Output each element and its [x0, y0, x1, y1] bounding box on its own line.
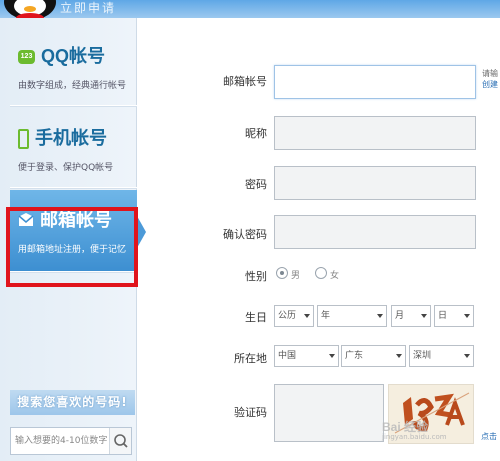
captcha-field-wrap [274, 384, 384, 442]
chevron-down-icon [396, 354, 402, 358]
email-field-wrap [274, 65, 476, 99]
sidebar-item-label: 邮箱帐号 [40, 210, 112, 230]
birthday-year-select[interactable]: 年 [317, 305, 387, 327]
chevron-down-icon [464, 354, 470, 358]
sidebar-item-email-account[interactable]: 邮箱帐号 用邮箱地址注册，便于记忆 [10, 190, 137, 272]
confirm-password-label: 确认密码 [223, 228, 267, 241]
birthday-label: 生日 [245, 311, 267, 324]
birthday-calendar-select[interactable]: 公历 [274, 305, 314, 327]
search-icon [114, 434, 128, 448]
number-search-input[interactable] [11, 428, 109, 454]
sidebar-item-phone-account[interactable]: 手机帐号 便于登录、保护QQ帐号 [10, 108, 137, 188]
captcha-label: 验证码 [234, 406, 267, 419]
create-email-link[interactable]: 创建 [482, 79, 498, 90]
search-banner: 搜索您喜欢的号码! [10, 390, 135, 415]
number-search-box [10, 427, 132, 455]
sidebar-item-desc: 便于登录、保护QQ帐号 [18, 163, 114, 173]
watermark-url: jingyan.baidu.com [382, 433, 447, 441]
sidebar-item-qq-account[interactable]: 123 QQ帐号 由数字组成，经典通行帐号 [10, 26, 137, 106]
birthday-month-select[interactable]: 月 [391, 305, 431, 327]
location-province-select[interactable]: 广东 [341, 345, 406, 367]
confirm-password-field[interactable] [275, 216, 475, 248]
password-field[interactable] [275, 167, 475, 199]
top-header: 立即申请 [0, 0, 500, 22]
search-button[interactable] [109, 428, 131, 454]
password-field-wrap [274, 166, 476, 200]
sidebar-item-label: 手机帐号 [35, 128, 107, 148]
sidebar-item-desc: 由数字组成，经典通行帐号 [18, 81, 127, 91]
chevron-down-icon [304, 314, 310, 318]
qq-number-icon: 123 [18, 50, 35, 65]
active-pointer-arrow [137, 216, 146, 248]
gender-label: 性别 [245, 270, 267, 283]
captcha-field[interactable] [275, 385, 383, 441]
sidebar-item-desc: 用邮箱地址注册，便于记忆 [18, 245, 127, 255]
birthday-day-select[interactable]: 日 [434, 305, 474, 327]
nickname-field-wrap [274, 116, 476, 150]
location-label: 所在地 [234, 352, 267, 365]
chevron-down-icon [377, 314, 383, 318]
mail-icon [18, 207, 34, 235]
gender-male-radio[interactable] [276, 267, 288, 279]
email-label: 邮箱帐号 [223, 75, 267, 88]
phone-icon [18, 129, 29, 150]
confirm-password-field-wrap [274, 215, 476, 249]
nickname-field[interactable] [275, 117, 475, 149]
chevron-down-icon [329, 354, 335, 358]
header-title: 立即申请 [60, 1, 117, 15]
nickname-label: 昵称 [245, 127, 267, 140]
refresh-captcha-link[interactable]: 点击 [481, 431, 497, 442]
gender-female-radio[interactable] [315, 267, 327, 279]
chevron-down-icon [421, 314, 427, 318]
location-city-select[interactable]: 深圳 [409, 345, 474, 367]
email-field[interactable] [275, 66, 475, 98]
password-label: 密码 [245, 178, 267, 191]
chevron-down-icon [464, 314, 470, 318]
location-country-select[interactable]: 中国 [274, 345, 339, 367]
sidebar-item-label: QQ帐号 [41, 46, 106, 66]
email-hint: 请输 创建 [482, 69, 498, 90]
gender-female-label: 女 [330, 271, 340, 281]
gender-male-label: 男 [291, 271, 301, 281]
